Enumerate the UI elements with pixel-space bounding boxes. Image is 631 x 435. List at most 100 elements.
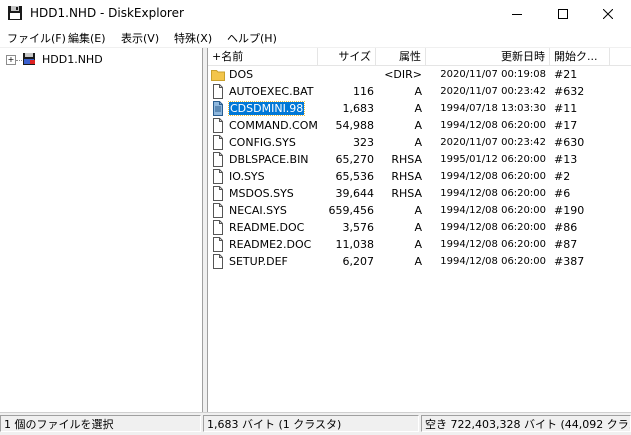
table-row[interactable]: COMMAND.COM 54,988 A 1994/12/08 06:20:00 #17 xyxy=(208,117,631,134)
menu-edit[interactable]: 編集(E) xyxy=(68,30,106,46)
file-start-cluster: #190 xyxy=(554,204,585,217)
file-size: 65,536 xyxy=(335,170,375,183)
file-icon xyxy=(213,118,223,133)
file-size: 54,988 xyxy=(335,119,375,132)
column-header-attr[interactable]: 属性 xyxy=(376,48,426,65)
file-start-cluster: #632 xyxy=(554,85,585,98)
file-start-cluster: #86 xyxy=(554,221,578,234)
column-header-size[interactable]: サイズ xyxy=(318,48,376,65)
minimize-button[interactable] xyxy=(494,0,540,27)
file-attributes: A xyxy=(414,204,422,217)
file-attributes: A xyxy=(414,85,422,98)
close-icon xyxy=(603,8,613,19)
file-modified: 2020/11/07 00:23:42 xyxy=(440,86,546,97)
column-header-row: +名前 サイズ 属性 更新日時 開始ク... xyxy=(208,48,631,66)
file-size: 11,038 xyxy=(335,238,375,251)
table-row[interactable]: MSDOS.SYS 39,644 RHSA 1994/12/08 06:20:00 #6 xyxy=(208,185,631,202)
menu-file[interactable]: ファイル(F) xyxy=(7,30,66,46)
window-title: HDD1.NHD - DiskExplorer xyxy=(30,6,184,20)
file-start-cluster: #6 xyxy=(554,187,571,200)
file-size: 1,683 xyxy=(342,102,375,115)
column-header-name[interactable]: +名前 xyxy=(208,48,318,65)
file-list[interactable]: +名前 サイズ 属性 更新日時 開始ク... DOS <DIR> 2020/11/0… xyxy=(207,48,631,412)
file-name: AUTOEXEC.BAT xyxy=(229,85,314,98)
table-row[interactable]: IO.SYS 65,536 RHSA 1994/12/08 06:20:00 #2 xyxy=(208,168,631,185)
file-name: MSDOS.SYS xyxy=(229,187,294,200)
file-attributes: A xyxy=(414,238,422,251)
file-size: 323 xyxy=(353,136,374,149)
table-row[interactable]: CONFIG.SYS 323 A 2020/11/07 00:23:42 #630 xyxy=(208,134,631,151)
floppy-disk-icon xyxy=(8,6,22,20)
file-icon xyxy=(213,254,223,269)
table-row[interactable]: CDSDMINI.98 1,683 A 1994/07/18 13:03:30 #11 xyxy=(208,100,631,117)
file-modified: 1994/12/08 06:20:00 xyxy=(440,188,546,199)
file-size: 65,270 xyxy=(335,153,375,166)
file-size: 6,207 xyxy=(342,255,375,268)
file-name: NECAI.SYS xyxy=(229,204,287,217)
tree-expander[interactable]: + xyxy=(6,55,16,65)
file-attributes: A xyxy=(414,119,422,132)
file-icon xyxy=(213,169,223,184)
file-attributes: RHSA xyxy=(391,170,422,183)
file-name: IO.SYS xyxy=(229,170,265,183)
file-size: 116 xyxy=(353,85,374,98)
file-name: DOS xyxy=(229,68,254,81)
file-start-cluster: #17 xyxy=(554,119,578,132)
file-icon xyxy=(213,237,223,252)
table-row[interactable]: README2.DOC 11,038 A 1994/12/08 06:20:00 #87 xyxy=(208,236,631,253)
file-icon xyxy=(213,101,223,116)
menu-special[interactable]: 特殊(X) xyxy=(174,30,212,46)
title-bar: HDD1.NHD - DiskExplorer xyxy=(0,0,631,27)
file-icon xyxy=(213,186,223,201)
status-bar: 1 個のファイルを選択 1,683 バイト (1 クラスタ) 空き 722,40… xyxy=(0,412,631,435)
table-row[interactable]: AUTOEXEC.BAT 116 A 2020/11/07 00:23:42 #632 xyxy=(208,83,631,100)
maximize-button[interactable] xyxy=(540,0,586,27)
file-attributes: A xyxy=(414,221,422,234)
table-row[interactable]: DBLSPACE.BIN 65,270 RHSA 1995/01/12 06:20:0… xyxy=(208,151,631,168)
close-button[interactable] xyxy=(585,0,631,27)
file-size xyxy=(318,66,374,83)
table-row[interactable]: NECAI.SYS 659,456 A 1994/12/08 06:20:00 #190 xyxy=(208,202,631,219)
file-modified: 1994/12/08 06:20:00 xyxy=(440,222,546,233)
maximize-icon xyxy=(558,8,568,19)
column-header-date[interactable]: 更新日時 xyxy=(426,48,550,65)
file-attributes: A xyxy=(414,102,422,115)
file-modified: 1994/12/08 06:20:00 xyxy=(440,120,546,131)
file-attributes: RHSA xyxy=(391,153,422,166)
file-name: COMMAND.COM xyxy=(229,119,318,132)
file-start-cluster: #630 xyxy=(554,136,585,149)
file-icon xyxy=(213,135,223,150)
file-modified: 2020/11/07 00:19:08 xyxy=(440,69,546,80)
table-row[interactable]: DOS <DIR> 2020/11/07 00:19:08 #21 xyxy=(208,66,631,83)
file-modified: 2020/11/07 00:23:42 xyxy=(440,137,546,148)
minimize-icon xyxy=(512,13,522,15)
column-header-start[interactable]: 開始ク... xyxy=(550,48,610,65)
file-icon xyxy=(213,152,223,167)
file-attributes: A xyxy=(414,136,422,149)
file-name: README2.DOC xyxy=(229,238,312,251)
file-start-cluster: #21 xyxy=(554,68,578,81)
file-modified: 1995/01/12 06:20:00 xyxy=(440,154,546,165)
menu-view[interactable]: 表示(V) xyxy=(121,30,159,46)
file-attributes: A xyxy=(414,255,422,268)
disk-drive-icon xyxy=(23,53,35,65)
file-name: README.DOC xyxy=(229,221,305,234)
file-icon xyxy=(213,84,223,99)
file-modified: 1994/12/08 06:20:00 xyxy=(440,239,546,250)
file-name: CONFIG.SYS xyxy=(229,136,296,149)
menu-bar: ファイル(F) 編集(E) 表示(V) 特殊(X) ヘルプ(H) xyxy=(0,27,631,48)
file-modified: 1994/12/08 06:20:00 xyxy=(440,205,546,216)
menu-help[interactable]: ヘルプ(H) xyxy=(227,30,277,46)
folder-icon xyxy=(211,70,225,81)
file-modified: 1994/07/18 13:03:30 xyxy=(440,103,546,114)
folder-tree[interactable]: + HDD1.NHD xyxy=(0,48,203,412)
file-icon xyxy=(213,220,223,235)
file-start-cluster: #2 xyxy=(554,170,571,183)
file-name: CDSDMINI.98 xyxy=(227,101,306,116)
table-row[interactable]: README.DOC 3,576 A 1994/12/08 06:20:00 #86 xyxy=(208,219,631,236)
file-size: 659,456 xyxy=(328,204,375,217)
table-row[interactable]: SETUP.DEF 6,207 A 1994/12/08 06:20:00 #387 xyxy=(208,253,631,270)
file-modified: 1994/12/08 06:20:00 xyxy=(440,256,546,267)
file-icon xyxy=(213,203,223,218)
file-name: SETUP.DEF xyxy=(229,255,288,268)
